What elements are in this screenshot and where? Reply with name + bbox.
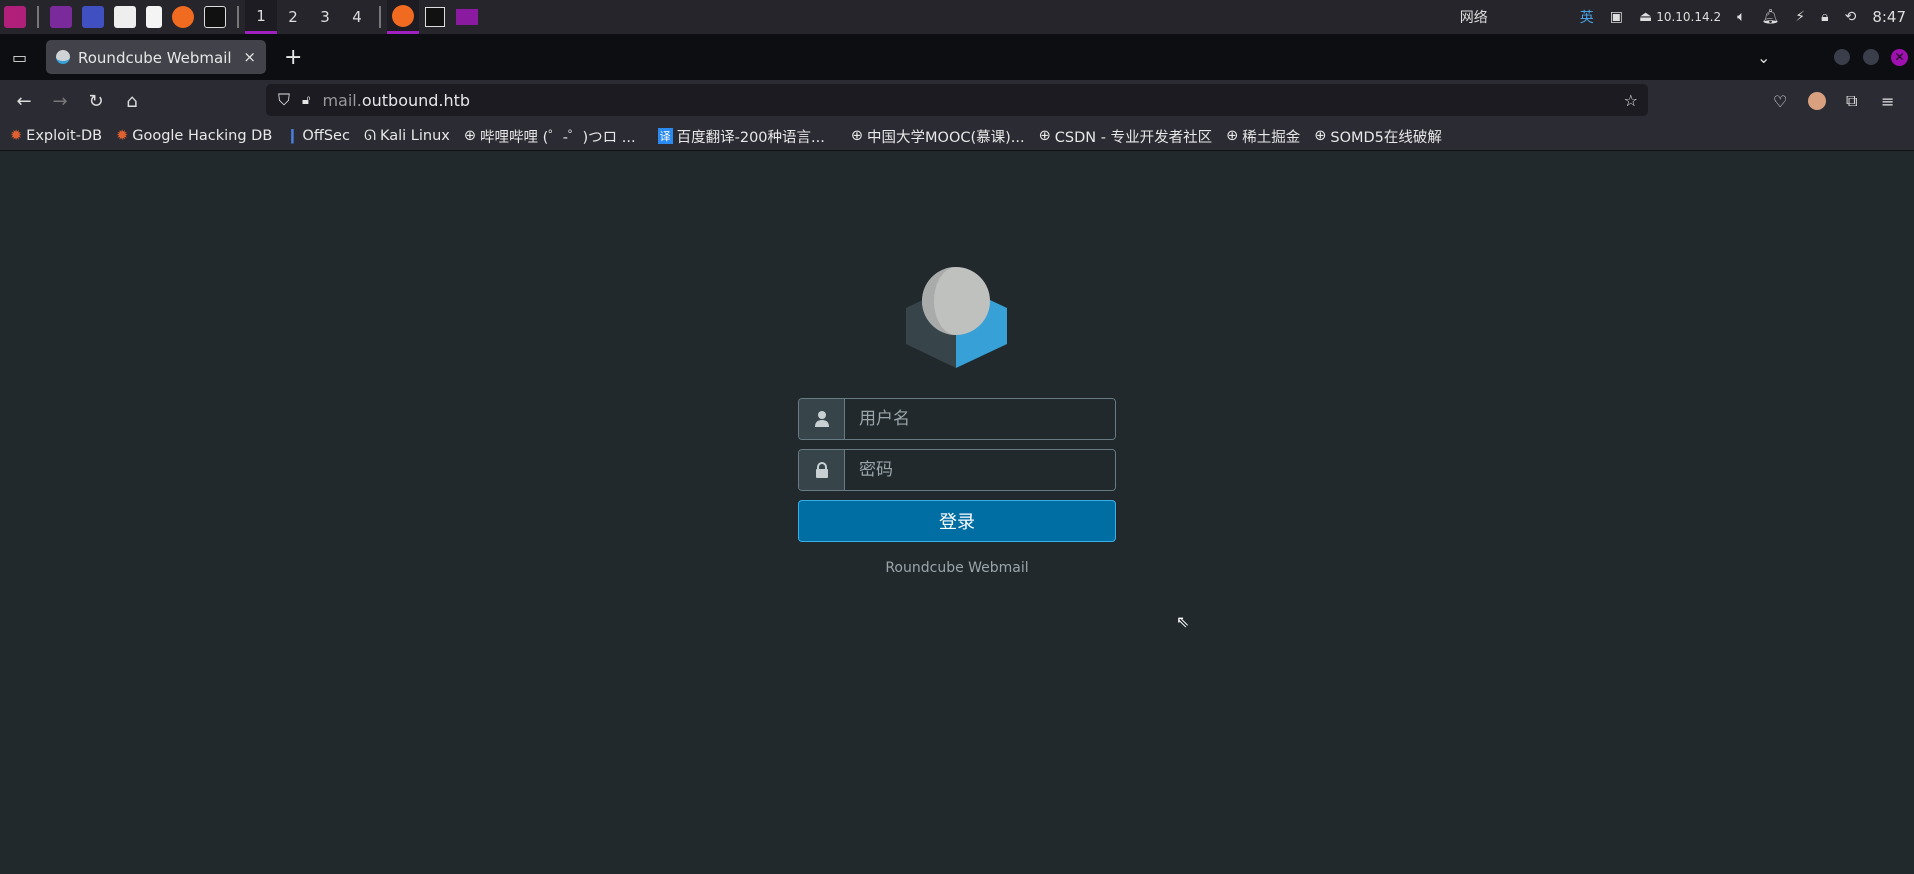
kali-menu-icon[interactable] [4, 6, 26, 28]
username-input[interactable] [845, 399, 1115, 439]
globe-icon: ⊕ [1314, 128, 1327, 144]
logout-icon[interactable]: ⟲ [1845, 9, 1857, 25]
bookmark-bilibili[interactable]: ⊕ 哔哩哔哩 (゜-゜)つロ ... [464, 126, 636, 147]
bookmark-juejin[interactable]: ⊕ 稀土掘金 [1226, 126, 1300, 147]
insecure-lock-icon[interactable]: 🔓︎ [302, 93, 310, 108]
volume-icon[interactable]: 🔈︎ [1737, 9, 1745, 25]
kali-dragon-icon: ᘏ [363, 128, 376, 144]
vpn-icon: ⏏ [1638, 9, 1653, 25]
new-tab-button[interactable]: + [284, 45, 302, 70]
ip-address: 10.10.14.2 [1656, 10, 1722, 24]
close-window-button[interactable]: ✕ [1891, 48, 1908, 66]
shield-icon[interactable]: ⛉ [278, 90, 290, 110]
home-icon[interactable]: ⌂ [114, 91, 150, 112]
password-field [798, 449, 1116, 491]
bookmark-mooc[interactable]: ⊕ 中国大学MOOC(慕课)... [851, 126, 1025, 147]
power-icon[interactable]: ⚡︎ [1795, 9, 1805, 25]
workspace-3[interactable]: 3 [309, 0, 341, 34]
offsec-icon: ❙ [286, 128, 299, 144]
list-tabs-chevron-icon[interactable]: ⌄ [1757, 48, 1770, 67]
back-arrow-icon[interactable]: ← [6, 91, 42, 112]
network-label[interactable]: 网络 [1460, 7, 1488, 27]
bookmark-csdn[interactable]: ⊕ CSDN - 专业开发者社区 [1039, 126, 1212, 147]
login-form: 登录 Roundcube Webmail [798, 398, 1116, 576]
workspace-1[interactable]: 1 [245, 0, 277, 34]
bookmark-somd5[interactable]: ⊕ SOMD5在线破解 [1314, 126, 1442, 147]
ethernet-icon[interactable]: ▣ [1610, 9, 1623, 25]
bookmark-baidu-translate[interactable]: 译百度翻译-200种语言... [657, 126, 825, 147]
system-taskbar: 1 2 3 4 网络 英 ▣ ⏏ 10.10.14.2 🔈︎ 🔔︎ ⚡︎ 🔒︎ … [0, 0, 1914, 34]
clock: 8:47 [1872, 8, 1906, 26]
notification-icon[interactable]: 🔔︎ [1762, 9, 1780, 25]
terminal-window-button[interactable] [419, 0, 451, 34]
bookmarks-toolbar: ✹ Exploit-DB ✹ Google Hacking DB ❙ OffSec ᘏ… [0, 122, 1914, 151]
profile-avatar[interactable] [1808, 92, 1826, 110]
tab-bar: ▭ Roundcube Webmail :: 欢 × + ⌄ ✕ [0, 34, 1914, 80]
show-desktop-icon[interactable] [50, 6, 72, 28]
bookmark-kali-linux[interactable]: ᘏ Kali Linux [364, 128, 450, 144]
bookmark-offsec[interactable]: ❙ OffSec [286, 128, 350, 144]
bookmark-star-icon[interactable]: ☆ [1624, 91, 1638, 110]
firefox-window-button[interactable] [387, 0, 419, 34]
ime-indicator[interactable]: 英 [1580, 7, 1594, 27]
divider [37, 6, 39, 28]
lock-icon[interactable]: 🔒︎ [1821, 9, 1828, 25]
translate-icon: 译 [657, 128, 673, 144]
password-input[interactable] [845, 450, 1115, 490]
globe-icon: ⊕ [1226, 128, 1239, 144]
pocket-icon[interactable]: ♡ [1773, 92, 1787, 111]
mouse-cursor: ⇖ [1176, 612, 1190, 631]
lock-icon [799, 450, 845, 490]
tab-title: Roundcube Webmail :: 欢 [78, 48, 235, 67]
globe-icon: ⊕ [1038, 128, 1051, 144]
system-tray: 网络 英 ▣ ⏏ 10.10.14.2 🔈︎ 🔔︎ ⚡︎ 🔒︎ ⟲ 8:47 [1460, 0, 1906, 34]
terminal-icon[interactable] [204, 6, 226, 28]
reload-icon[interactable]: ↻ [78, 91, 114, 112]
menu-icon[interactable]: ≡ [1881, 92, 1894, 111]
folder-window-button[interactable] [451, 0, 483, 34]
username-field [798, 398, 1116, 440]
close-tab-icon[interactable]: × [243, 48, 256, 66]
screenshot-icon[interactable] [82, 6, 104, 28]
minimize-button[interactable] [1834, 49, 1850, 65]
maximize-button[interactable] [1863, 49, 1879, 65]
roundcube-favicon [56, 50, 70, 64]
footer-product-name: Roundcube Webmail [885, 560, 1029, 576]
workspace-4[interactable]: 4 [341, 0, 373, 34]
globe-icon: ⊕ [463, 128, 477, 144]
divider [379, 6, 381, 28]
roundcube-logo [906, 267, 1007, 368]
login-button[interactable]: 登录 [798, 500, 1116, 542]
divider [237, 6, 239, 28]
file-manager-icon[interactable] [114, 6, 136, 28]
bookmark-exploit-db[interactable]: ✹ Exploit-DB [10, 128, 102, 144]
url-bar[interactable]: ⛉ 🔓︎ mail.outbound.htb ☆ [266, 84, 1648, 116]
workspace-2[interactable]: 2 [277, 0, 309, 34]
bug-icon: ✹ [10, 128, 23, 144]
text-editor-icon[interactable] [146, 6, 162, 28]
globe-icon: ⊕ [850, 128, 864, 144]
extensions-icon[interactable]: ⧉ [1846, 91, 1857, 111]
firefox-icon[interactable] [172, 6, 194, 28]
bookmark-google-hacking-db[interactable]: ✹ Google Hacking DB [116, 128, 272, 144]
user-icon [799, 399, 845, 439]
forward-arrow-icon[interactable]: → [42, 91, 78, 112]
tab-overview-icon[interactable]: ▭ [12, 48, 27, 67]
url-text[interactable]: mail.outbound.htb [322, 91, 470, 110]
tab-roundcube[interactable]: Roundcube Webmail :: 欢 × [46, 40, 266, 74]
navigation-bar: ← → ↻ ⌂ ⛉ 🔓︎ mail.outbound.htb ☆ ♡ ⧉ ≡ [0, 80, 1914, 122]
bug-icon: ✹ [116, 128, 129, 144]
